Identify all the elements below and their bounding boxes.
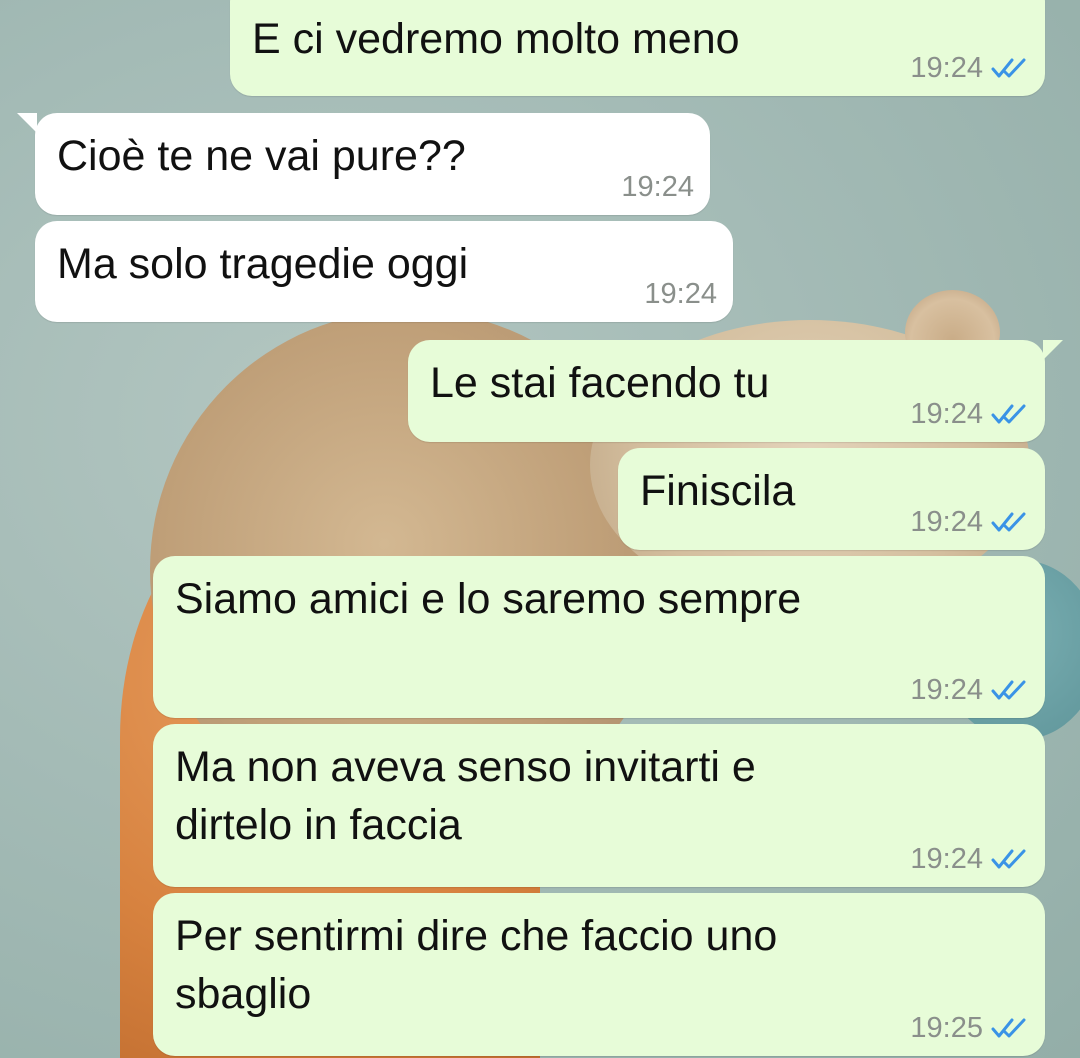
message-meta: 19:24	[644, 278, 717, 310]
message-time: 19:25	[910, 1012, 983, 1044]
message-bubble-outgoing[interactable]: E ci vedremo molto meno 19:24	[230, 0, 1045, 96]
message-meta: 19:24	[621, 171, 694, 203]
message-bubble-outgoing[interactable]: Ma non aveva senso invitarti e dirtelo i…	[153, 724, 1045, 887]
double-check-read-icon	[991, 1017, 1029, 1039]
message-bubble-outgoing[interactable]: Siamo amici e lo saremo sempre 19:24	[153, 556, 1045, 718]
double-check-read-icon	[991, 511, 1029, 533]
message-text: Le stai facendo tu	[430, 359, 770, 407]
message-text: Finiscila	[640, 467, 796, 515]
message-bubble-outgoing[interactable]: Le stai facendo tu 19:24	[408, 340, 1063, 442]
message-time: 19:24	[910, 506, 983, 538]
message-text-line: dirtelo in faccia	[175, 801, 462, 849]
message-text: Ma solo tragedie oggi	[57, 240, 469, 288]
message-bubble-incoming[interactable]: Cioè te ne vai pure?? 19:24	[17, 113, 710, 215]
message-meta: 19:24	[910, 52, 1029, 84]
message-meta: 19:24	[910, 398, 1029, 430]
message-meta: 19:24	[910, 506, 1029, 538]
message-text: Ma non aveva senso invitarti e dirtelo i…	[175, 738, 756, 854]
message-time: 19:24	[910, 843, 983, 875]
double-check-read-icon	[991, 403, 1029, 425]
double-check-read-icon	[991, 679, 1029, 701]
message-text: Per sentirmi dire che faccio uno sbaglio	[175, 907, 777, 1023]
message-time: 19:24	[621, 171, 694, 203]
message-meta: 19:25	[910, 1012, 1029, 1044]
message-time: 19:24	[910, 398, 983, 430]
message-text-line: Per sentirmi dire che faccio uno	[175, 912, 778, 960]
message-time: 19:24	[910, 674, 983, 706]
message-time: 19:24	[910, 52, 983, 84]
message-bubble-outgoing[interactable]: Finiscila 19:24	[618, 448, 1045, 550]
double-check-read-icon	[991, 848, 1029, 870]
message-text: Siamo amici e lo saremo sempre	[175, 575, 802, 623]
message-bubble-incoming[interactable]: Ma solo tragedie oggi 19:24	[35, 221, 733, 322]
message-bubble-outgoing[interactable]: Per sentirmi dire che faccio uno sbaglio…	[153, 893, 1045, 1056]
message-text-line: Ma non aveva senso invitarti e	[175, 743, 756, 791]
message-text: Cioè te ne vai pure??	[57, 132, 466, 180]
message-text-line: sbaglio	[175, 970, 312, 1018]
message-meta: 19:24	[910, 674, 1029, 706]
double-check-read-icon	[991, 57, 1029, 79]
message-time: 19:24	[644, 278, 717, 310]
message-text: E ci vedremo molto meno	[252, 15, 740, 63]
message-meta: 19:24	[910, 843, 1029, 875]
